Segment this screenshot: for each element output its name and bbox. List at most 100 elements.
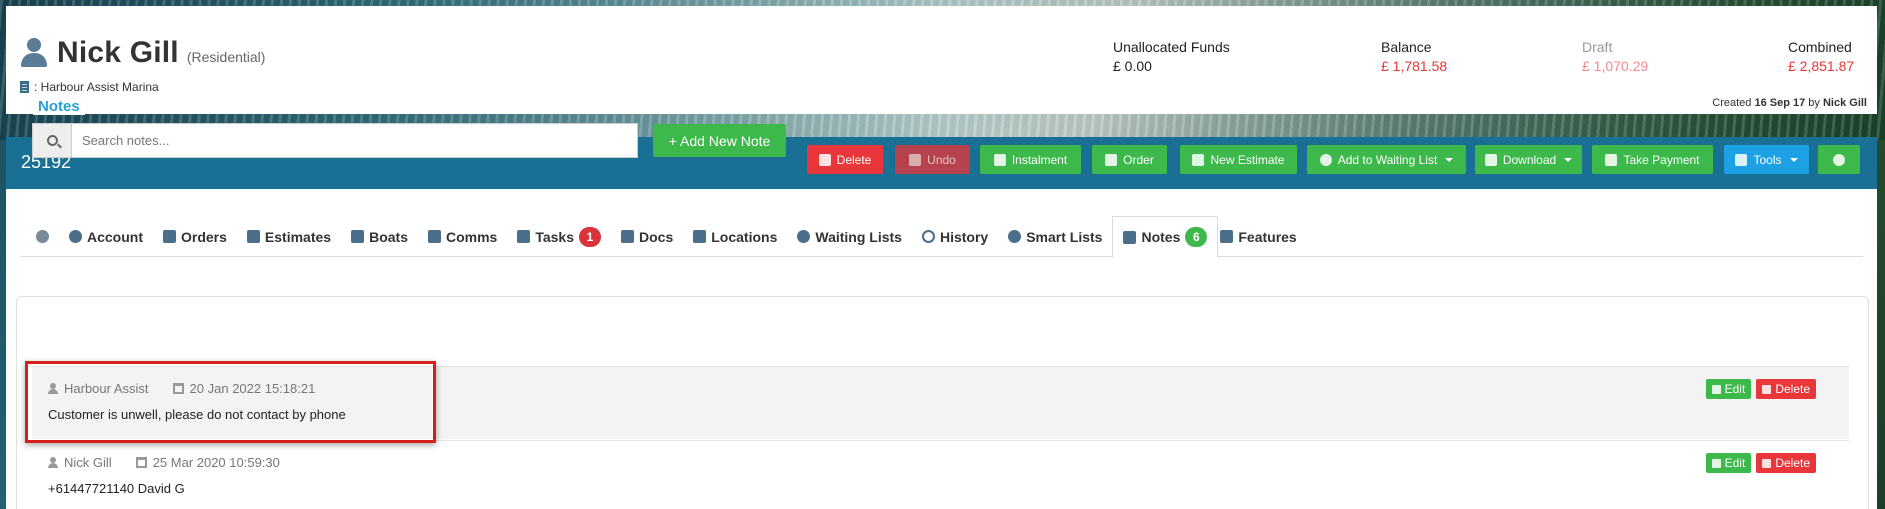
tab-history[interactable]: History xyxy=(912,216,998,257)
customer-location: : Harbour Assist Marina xyxy=(20,80,159,94)
note-meta: Nick Gill 25 Mar 2020 10:59:30 xyxy=(48,455,280,470)
tab-docs[interactable]: Docs xyxy=(611,216,683,257)
tab-dashboard[interactable] xyxy=(26,216,59,257)
download-label: Download xyxy=(1502,152,1557,167)
lightbulb-icon xyxy=(1008,230,1022,243)
unallocated-value: £ 0.00 xyxy=(1113,58,1152,74)
add-to-waiting-list-button[interactable]: Add to Waiting List xyxy=(1307,145,1466,174)
delete-note-button[interactable]: Delete xyxy=(1756,379,1816,399)
edit-label: Edit xyxy=(1724,456,1746,470)
tasks-icon xyxy=(517,230,531,243)
tab-orders[interactable]: Orders xyxy=(153,216,237,257)
money-icon xyxy=(1605,153,1618,166)
tab-docs-label: Docs xyxy=(639,228,674,245)
search-addon xyxy=(33,124,72,157)
delete-button[interactable]: Delete xyxy=(807,145,883,174)
created-info: Created 16 Sep 17 by Nick Gill xyxy=(1712,97,1867,109)
created-user: Nick Gill xyxy=(1822,97,1867,109)
balance: Balance £ 1,781.58 xyxy=(1381,39,1447,74)
trash-icon xyxy=(1762,458,1772,468)
clock-icon xyxy=(797,230,811,243)
history-icon xyxy=(921,230,935,243)
download-button[interactable]: Download xyxy=(1475,145,1582,174)
search-input[interactable] xyxy=(72,124,637,157)
delete-label: Delete xyxy=(1775,456,1810,470)
tab-smart-lists-label: Smart Lists xyxy=(1026,228,1103,245)
edit-label: Edit xyxy=(1724,382,1746,396)
trash-icon xyxy=(1762,384,1772,394)
tab-smart-lists[interactable]: Smart Lists xyxy=(998,216,1112,257)
wand-icon xyxy=(1735,153,1748,166)
tools-button[interactable]: Tools xyxy=(1724,145,1809,174)
tab-waiting-lists-label: Waiting Lists xyxy=(815,228,902,245)
draft-label: Draft xyxy=(1582,39,1613,55)
comments-icon xyxy=(427,230,441,243)
customer-title: Nick Gill (Residential) xyxy=(20,36,265,70)
tab-features[interactable]: Features xyxy=(1218,216,1306,257)
dashboard-icon xyxy=(36,230,49,243)
location-label: : Harbour Assist Marina xyxy=(34,80,159,94)
customer-type: (Residential) xyxy=(186,49,266,65)
delete-note-button[interactable]: Delete xyxy=(1756,453,1816,473)
customer-header: Nick Gill (Residential) : Harbour Assist… xyxy=(6,6,1877,114)
waiting-list-label: Add to Waiting List xyxy=(1337,152,1438,167)
tab-account-label: Account xyxy=(87,228,143,245)
note-actions: Edit Delete xyxy=(1705,379,1816,399)
tab-boats-label: Boats xyxy=(369,228,408,245)
unallocated-funds: Unallocated Funds £ 0.00 xyxy=(1113,39,1230,74)
customer-name: Nick Gill xyxy=(57,36,179,69)
tab-estimates[interactable]: Estimates xyxy=(237,216,341,257)
cart-icon xyxy=(163,230,176,243)
balance-value: £ 1,781.58 xyxy=(1381,58,1448,74)
clock-icon xyxy=(1319,153,1332,166)
tab-history-label: History xyxy=(939,228,989,245)
bed-icon xyxy=(693,230,707,243)
draft-value: £ 1,070.29 xyxy=(1582,58,1649,74)
note-date: 25 Mar 2020 10:59:30 xyxy=(152,455,280,470)
take-payment-button[interactable]: Take Payment xyxy=(1592,145,1713,174)
ship-icon xyxy=(351,230,365,243)
tab-account[interactable]: Account xyxy=(59,216,153,257)
tab-notes-label: Notes xyxy=(1141,229,1181,245)
undo-button[interactable]: Undo xyxy=(895,145,970,174)
order-button[interactable]: Order xyxy=(1092,145,1167,174)
trash-icon xyxy=(818,153,831,166)
balance-label: Balance xyxy=(1381,39,1432,55)
instalment-button[interactable]: Instalment xyxy=(980,145,1081,174)
notes-legend: Notes xyxy=(33,98,85,115)
edit-note-button[interactable]: Edit xyxy=(1705,379,1752,399)
building-icon xyxy=(20,81,29,93)
settings-button[interactable] xyxy=(1818,145,1860,174)
cart-icon xyxy=(1105,153,1118,166)
tab-tasks[interactable]: Tasks 1 xyxy=(507,216,611,257)
user-icon xyxy=(69,230,82,243)
search-icon xyxy=(46,135,58,146)
tab-features-label: Features xyxy=(1238,228,1297,245)
tab-waiting-lists[interactable]: Waiting Lists xyxy=(787,216,912,257)
question-icon xyxy=(246,230,260,243)
combined: Combined £ 2,851.87 xyxy=(1788,39,1854,74)
tab-comms[interactable]: Comms xyxy=(418,216,507,257)
tab-comms-label: Comms xyxy=(445,228,498,245)
grid-icon xyxy=(1220,230,1234,243)
tab-locations[interactable]: Locations xyxy=(683,216,787,257)
user-icon xyxy=(20,38,48,68)
user-icon xyxy=(48,457,58,468)
new-estimate-label: New Estimate xyxy=(1210,152,1285,167)
edit-note-button[interactable]: Edit xyxy=(1705,453,1752,473)
new-estimate-button[interactable]: New Estimate xyxy=(1180,145,1297,174)
edit-icon xyxy=(1711,458,1721,468)
add-new-note-button[interactable]: + Add New Note xyxy=(653,124,786,157)
instalment-label: Instalment xyxy=(1011,152,1068,167)
delete-label: Delete xyxy=(836,152,872,167)
tools-label: Tools xyxy=(1753,152,1782,167)
tab-tasks-label: Tasks xyxy=(535,228,575,245)
tab-boats[interactable]: Boats xyxy=(341,216,418,257)
tab-bar: Account Orders Estimates Boats Comms Tas… xyxy=(26,216,1307,258)
tab-notes[interactable]: Notes 6 xyxy=(1112,216,1219,258)
edit-icon xyxy=(1711,384,1721,394)
order-label: Order xyxy=(1123,152,1154,167)
unallocated-label: Unallocated Funds xyxy=(1113,39,1230,55)
gear-icon xyxy=(1833,153,1845,166)
note-text: +61447721140 David G xyxy=(48,481,185,496)
